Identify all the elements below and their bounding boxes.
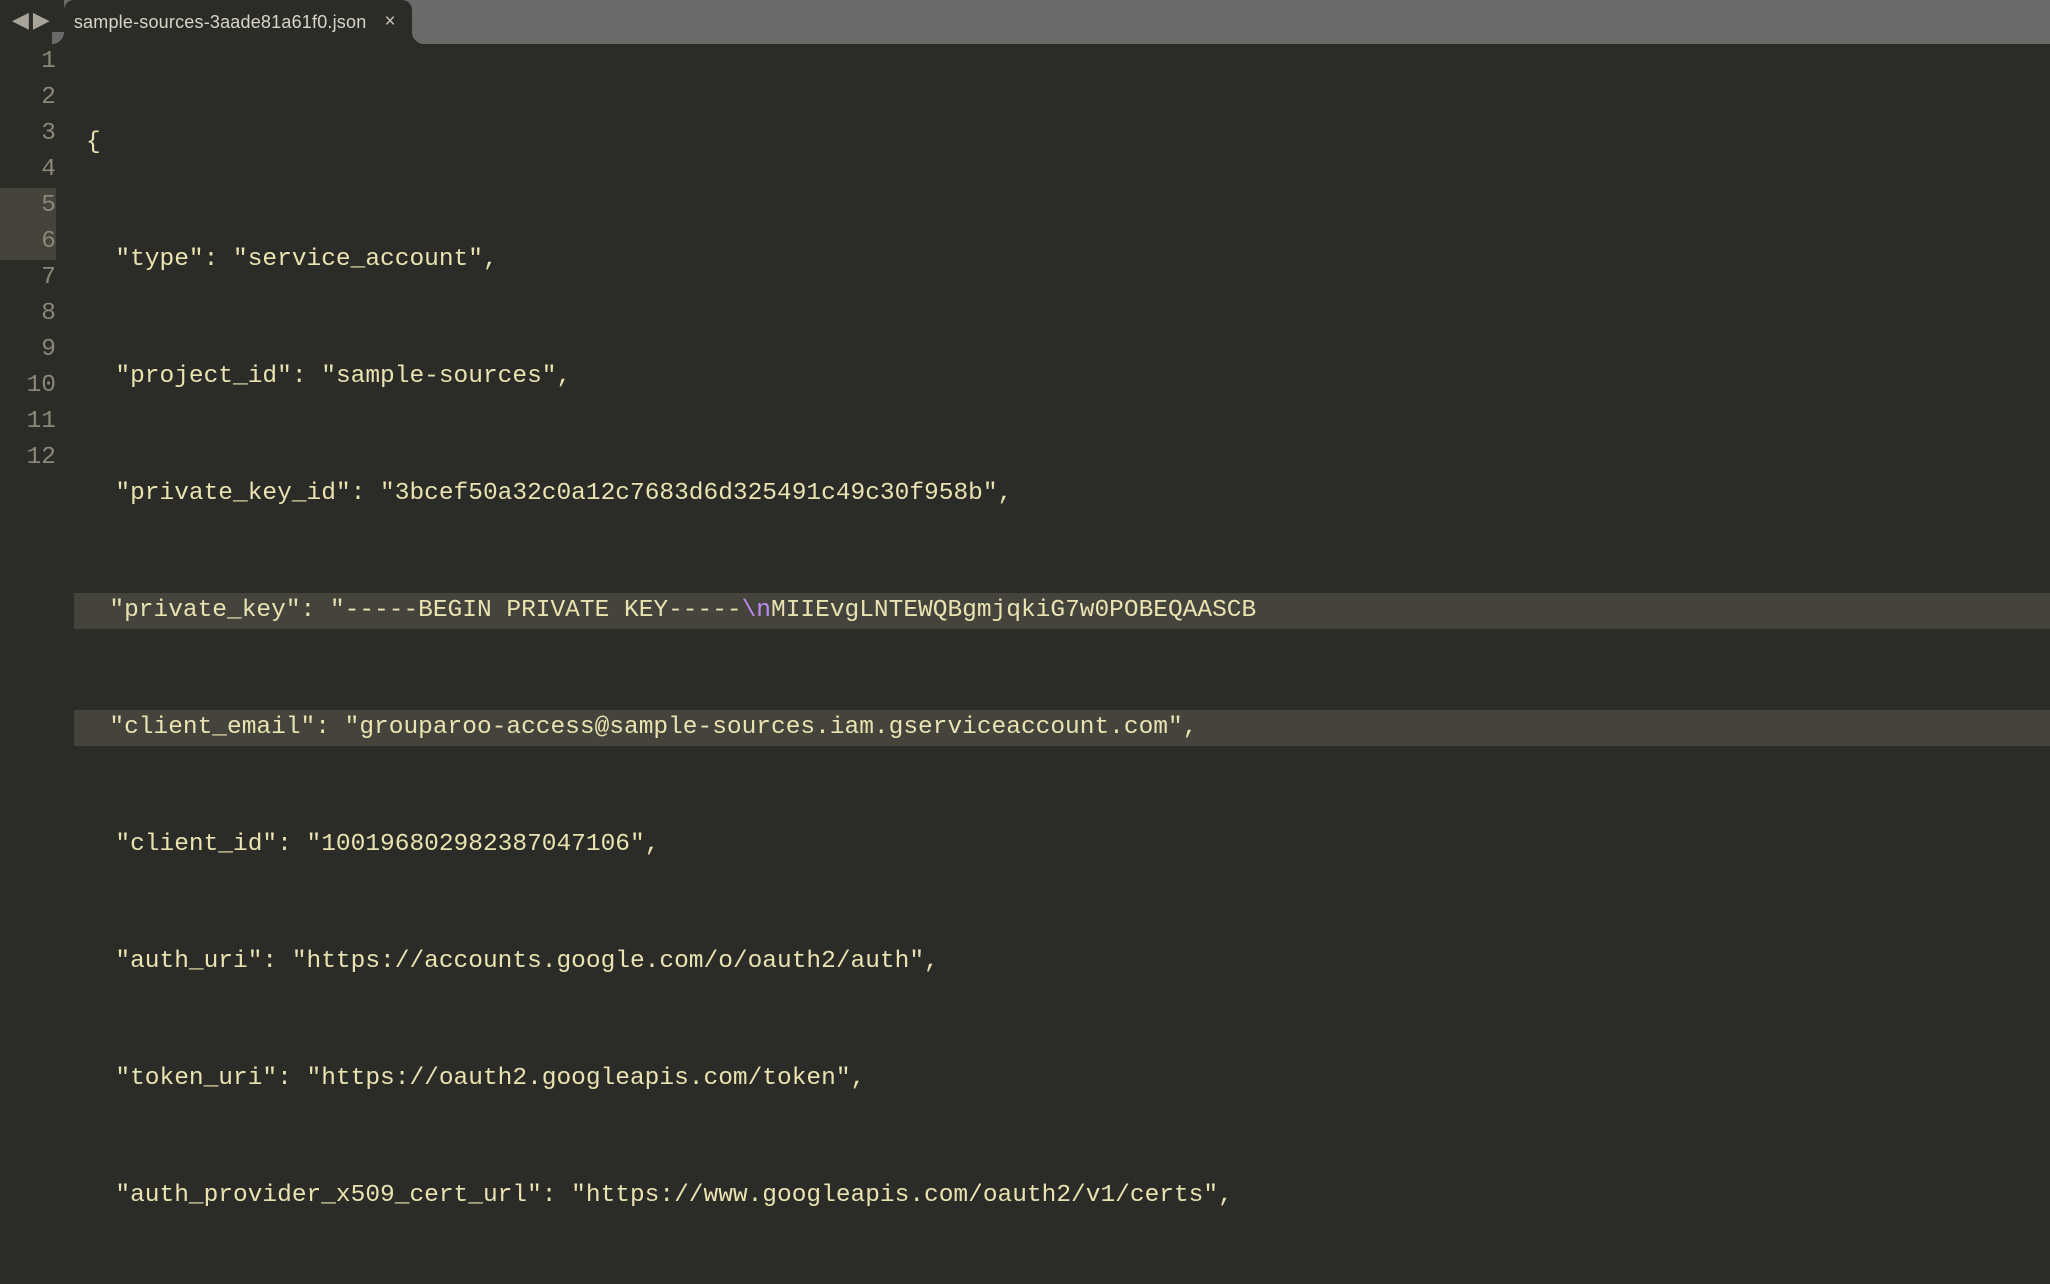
line-number: 12 [0, 440, 56, 476]
line-number: 8 [0, 296, 56, 332]
line-number: 11 [0, 404, 56, 440]
line-number: 9 [0, 332, 56, 368]
code-line: "type": "service_account", [74, 242, 2050, 278]
close-icon[interactable]: × [384, 11, 395, 33]
code-line: { [74, 125, 2050, 161]
tab-title: sample-sources-3aade81a61f0.json [74, 12, 367, 33]
line-number: 3 [0, 116, 56, 152]
code-line: "private_key_id": "3bcef50a32c0a12c7683d… [74, 476, 2050, 512]
editor[interactable]: 1 2 3 4 5 6 7 8 9 10 11 12 { "type": "se… [0, 44, 2050, 1284]
nav-forward-icon[interactable]: ▶ [33, 11, 50, 33]
line-number: 2 [0, 80, 56, 116]
code-line: "token_uri": "https://oauth2.googleapis.… [74, 1061, 2050, 1097]
line-gutter: 1 2 3 4 5 6 7 8 9 10 11 12 [0, 44, 74, 1284]
line-number: 4 [0, 152, 56, 188]
code-line: "auth_uri": "https://accounts.google.com… [74, 944, 2050, 980]
line-number: 7 [0, 260, 56, 296]
line-number: 1 [0, 44, 56, 80]
code-area[interactable]: { "type": "service_account", "project_id… [74, 44, 2050, 1284]
code-line: "client_email": "grouparoo-access@sample… [74, 710, 2050, 746]
tab-bar: ◀ ▶ sample-sources-3aade81a61f0.json × [0, 0, 2050, 44]
line-number: 6 [0, 224, 56, 260]
line-number: 5 [0, 188, 56, 224]
line-number: 10 [0, 368, 56, 404]
editor-tab[interactable]: sample-sources-3aade81a61f0.json × [64, 0, 412, 44]
code-line: "auth_provider_x509_cert_url": "https://… [74, 1178, 2050, 1214]
code-line: "private_key": "-----BEGIN PRIVATE KEY--… [74, 593, 2050, 629]
escape-sequence: \n [742, 597, 771, 624]
code-line: "project_id": "sample-sources", [74, 359, 2050, 395]
nav-back-icon[interactable]: ◀ [12, 11, 29, 33]
code-line: "client_id": "100196802982387047106", [74, 827, 2050, 863]
